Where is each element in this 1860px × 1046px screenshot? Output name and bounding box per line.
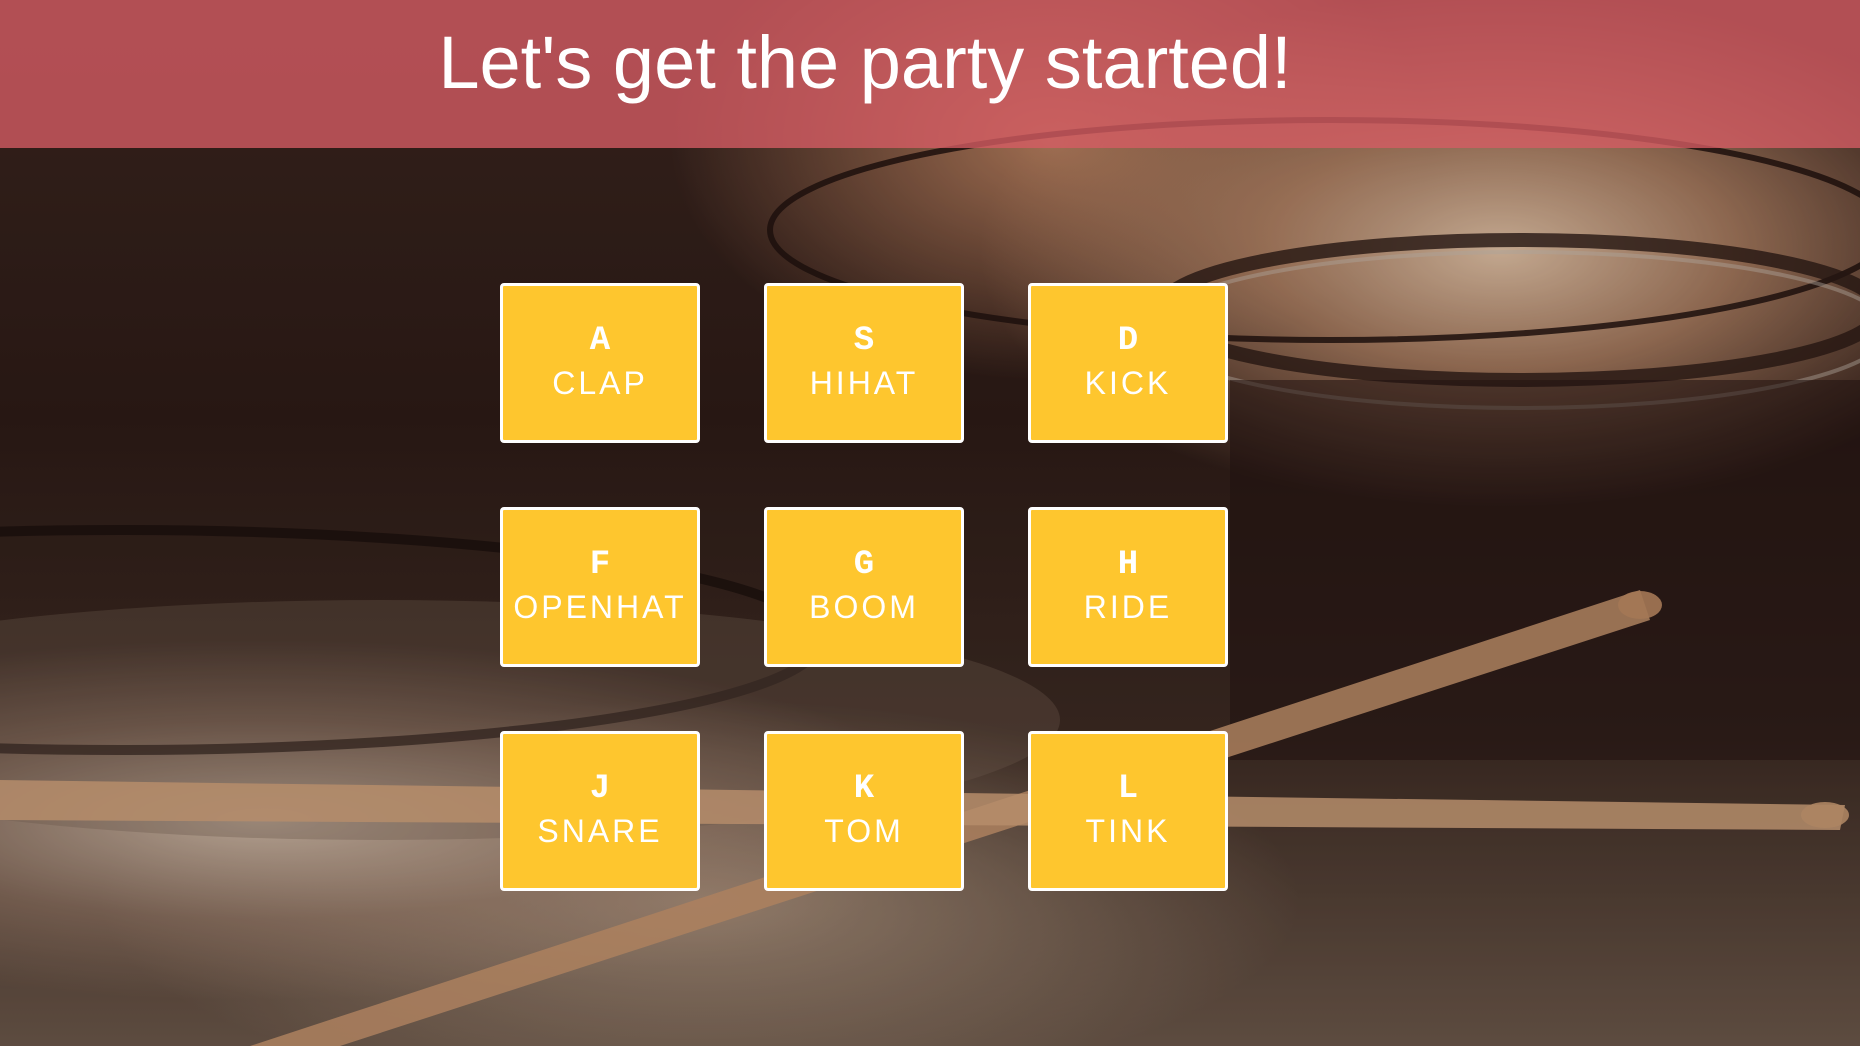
drum-pad-hihat[interactable]: S HIHAT xyxy=(764,283,964,443)
pad-sound-label: HIHAT xyxy=(809,365,919,401)
pad-key-label: S xyxy=(853,322,875,360)
drum-pad-tom[interactable]: K TOM xyxy=(764,731,964,891)
pad-sound-label: OPENHAT xyxy=(513,589,687,625)
pad-sound-label: RIDE xyxy=(1083,589,1173,625)
pad-sound-label: SNARE xyxy=(537,813,663,849)
pad-sound-label: TOM xyxy=(824,813,904,849)
pad-key-label: D xyxy=(1117,322,1139,360)
pad-key-label: A xyxy=(589,322,611,360)
header-banner: Let's get the party started! xyxy=(0,0,1860,148)
pad-key-label: L xyxy=(1117,770,1139,808)
drum-pad-ride[interactable]: H RIDE xyxy=(1028,507,1228,667)
drum-pad-openhat[interactable]: F OPENHAT xyxy=(500,507,700,667)
page-title: Let's get the party started! xyxy=(438,21,1292,104)
drum-pad-tink[interactable]: L TINK xyxy=(1028,731,1228,891)
pad-key-label: K xyxy=(853,770,875,808)
drum-pad-grid: A CLAP S HIHAT D KICK F OPENHAT G BOOM H… xyxy=(500,283,1230,891)
drum-pad-kick[interactable]: D KICK xyxy=(1028,283,1228,443)
pad-key-label: G xyxy=(853,546,875,584)
drum-pad-clap[interactable]: A CLAP xyxy=(500,283,700,443)
pad-key-label: J xyxy=(589,770,611,808)
pad-sound-label: CLAP xyxy=(552,365,648,401)
drum-pad-boom[interactable]: G BOOM xyxy=(764,507,964,667)
pad-sound-label: BOOM xyxy=(809,589,919,625)
drum-pad-snare[interactable]: J SNARE xyxy=(500,731,700,891)
pad-key-label: H xyxy=(1117,546,1139,584)
pad-key-label: F xyxy=(589,546,611,584)
pad-sound-label: KICK xyxy=(1084,365,1172,401)
pad-sound-label: TINK xyxy=(1085,813,1171,849)
